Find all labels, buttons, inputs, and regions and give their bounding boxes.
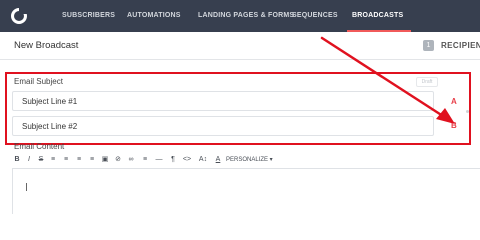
text-caret — [26, 183, 27, 191]
nav-subscribers[interactable]: SUBSCRIBERS — [62, 0, 115, 32]
page-title: New Broadcast — [14, 40, 79, 51]
variant-b-label: B — [451, 121, 457, 130]
unlink-icon[interactable]: ∞ — [126, 153, 136, 167]
text-size-icon[interactable]: A↕ — [198, 153, 208, 167]
page-header: New Broadcast 1 RECIPIENTS — [0, 32, 480, 60]
email-subject-label: Email Subject — [14, 77, 63, 86]
variant-a-label: A — [451, 97, 457, 106]
bullet-list-icon[interactable]: ≡ — [48, 153, 58, 167]
link-icon[interactable]: ⊘ — [113, 153, 123, 167]
image-icon[interactable]: ▣ — [100, 153, 110, 167]
subject-line-b-input[interactable] — [12, 116, 434, 136]
pilcrow-icon[interactable]: ¶ — [168, 153, 178, 167]
recipients-label[interactable]: RECIPIENTS — [441, 41, 480, 50]
nav-landing-pages-forms[interactable]: LANDING PAGES & FORMS — [198, 0, 294, 32]
align-justify-icon[interactable]: ≡ — [140, 153, 150, 167]
bold-icon[interactable]: B — [12, 153, 22, 167]
strikethrough-icon[interactable]: S — [36, 153, 46, 167]
align-center-icon[interactable]: ≡ — [87, 153, 97, 167]
subject-line-a-input[interactable] — [12, 91, 434, 111]
draft-badge: Draft — [416, 77, 438, 87]
nav-broadcasts[interactable]: BROADCASTS — [352, 0, 403, 32]
text-color-icon[interactable]: A — [213, 153, 223, 167]
drag-handle-dot — [466, 110, 469, 113]
top-navigation: SUBSCRIBERS AUTOMATIONS LANDING PAGES & … — [0, 0, 480, 32]
recipient-count-badge: 1 — [423, 40, 434, 51]
horizontal-rule-icon[interactable]: — — [154, 153, 164, 167]
convertkit-logo-icon[interactable] — [10, 7, 28, 25]
email-content-editor[interactable] — [12, 168, 480, 214]
align-left-icon[interactable]: ≡ — [74, 153, 84, 167]
nav-automations[interactable]: AUTOMATIONS — [127, 0, 181, 32]
editor-toolbar: B I S ≡ ≡ ≡ ≡ ▣ ⊘ ∞ ≡ — ¶ <> A↕ A PERSON… — [12, 153, 432, 167]
italic-icon[interactable]: I — [24, 153, 34, 167]
code-icon[interactable]: <> — [182, 153, 192, 167]
nav-sequences[interactable]: SEQUENCES — [292, 0, 338, 32]
personalize-dropdown[interactable]: PERSONALIZE ▾ — [226, 153, 273, 167]
numbered-list-icon[interactable]: ≡ — [61, 153, 71, 167]
email-content-label: Email Content — [14, 142, 65, 151]
